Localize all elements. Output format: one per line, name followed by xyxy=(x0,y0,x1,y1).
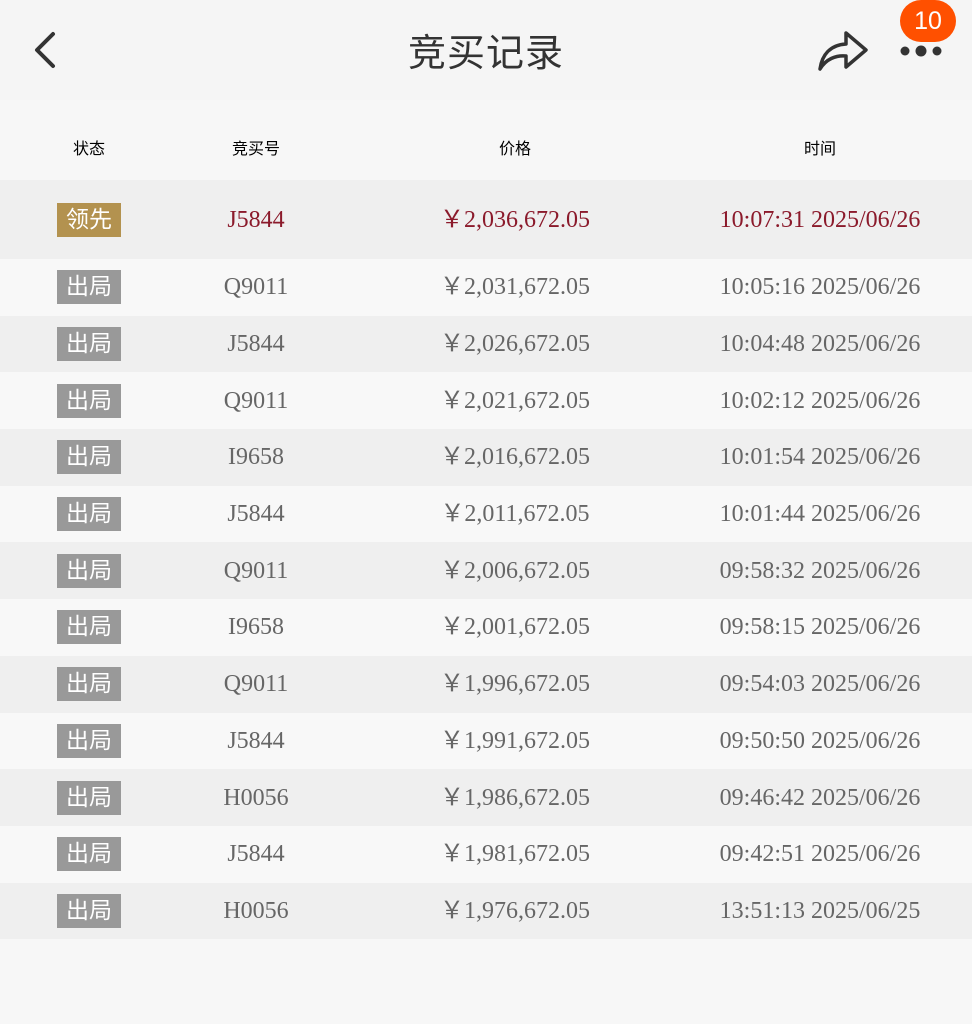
bid-no: Q9011 xyxy=(223,671,289,698)
status-badge-out: 出局 xyxy=(57,610,121,645)
bid-time: 09:54:03 2025/06/26 xyxy=(719,671,921,698)
header-time: 时间 xyxy=(803,139,836,158)
bid-no: H0056 xyxy=(223,784,289,811)
table-row: 出局 Q9011 ￥1,996,672.05 09:54:03 2025/06/… xyxy=(0,655,972,713)
status-badge-out: 出局 xyxy=(57,497,121,532)
header-price: 价格 xyxy=(498,139,531,158)
status-badge-out: 出局 xyxy=(57,667,121,702)
bid-time: 09:46:42 2025/06/26 xyxy=(719,784,921,811)
bid-no: H0056 xyxy=(223,897,289,924)
notification-badge: 10 xyxy=(900,0,956,42)
table-row: 出局 I9658 ￥2,001,672.05 09:58:15 2025/06/… xyxy=(0,599,972,656)
bid-price: ￥2,036,672.05 xyxy=(440,206,590,233)
bid-price: ￥1,986,672.05 xyxy=(440,784,590,811)
more-dots-icon xyxy=(900,45,942,57)
bid-price: ￥1,981,672.05 xyxy=(440,841,590,868)
header-status: 状态 xyxy=(72,139,105,158)
bid-price: ￥2,006,672.05 xyxy=(440,557,590,584)
bid-no: Q9011 xyxy=(223,557,289,584)
bid-price: ￥2,001,672.05 xyxy=(440,614,590,641)
bid-no: J5844 xyxy=(227,501,285,528)
bid-time: 09:50:50 2025/06/26 xyxy=(719,727,921,754)
table-row: 出局 Q9011 ￥2,031,672.05 10:05:16 2025/06/… xyxy=(0,259,972,316)
bid-price: ￥2,021,672.05 xyxy=(440,387,590,414)
status-badge-out: 出局 xyxy=(57,893,121,928)
bid-no: Q9011 xyxy=(223,387,289,414)
status-badge-out: 出局 xyxy=(57,837,121,872)
nav-bar: 竞买记录 10 xyxy=(0,0,972,100)
bid-price: ￥2,011,672.05 xyxy=(440,501,590,528)
status-badge-out: 出局 xyxy=(57,723,121,758)
status-badge-out: 出局 xyxy=(57,327,121,362)
bid-time: 10:01:44 2025/06/26 xyxy=(719,501,921,528)
table-row: 出局 J5844 ￥2,026,672.05 10:04:48 2025/06/… xyxy=(0,315,972,373)
table-row: 领先 J5844 ￥2,036,672.05 10:07:31 2025/06/… xyxy=(0,180,972,259)
table-row: 出局 J5844 ￥2,011,672.05 10:01:44 2025/06/… xyxy=(0,485,972,543)
bid-time: 09:42:51 2025/06/26 xyxy=(719,841,921,868)
status-badge-out: 出局 xyxy=(57,780,121,815)
table-row: 出局 Q9011 ￥2,006,672.05 09:58:32 2025/06/… xyxy=(0,542,972,600)
bid-no: J5844 xyxy=(227,727,285,754)
bid-price: ￥2,016,672.05 xyxy=(440,444,590,471)
bid-time: 13:51:13 2025/06/25 xyxy=(719,897,921,924)
table-row: 出局 J5844 ￥1,991,672.05 09:50:50 2025/06/… xyxy=(0,712,972,770)
bid-time: 10:07:31 2025/06/26 xyxy=(719,206,921,233)
bid-price: ￥2,026,672.05 xyxy=(440,331,590,358)
status-badge-leading: 领先 xyxy=(57,202,121,237)
bid-no: J5844 xyxy=(227,206,285,233)
bid-no: I9658 xyxy=(228,444,284,471)
bid-time: 10:05:16 2025/06/26 xyxy=(719,274,921,301)
table-row: 出局 I9658 ￥2,016,672.05 10:01:54 2025/06/… xyxy=(0,429,972,486)
table-row: 出局 H0056 ￥1,986,672.05 09:46:42 2025/06/… xyxy=(0,769,972,826)
header-bid-no: 竞买号 xyxy=(231,139,280,158)
bid-no: I9658 xyxy=(228,614,284,641)
bid-time: 09:58:15 2025/06/26 xyxy=(719,614,921,641)
bid-no: J5844 xyxy=(227,841,285,868)
bid-price: ￥1,991,672.05 xyxy=(440,727,590,754)
share-arrow-icon xyxy=(818,31,868,71)
status-badge-out: 出局 xyxy=(57,440,121,475)
bid-time: 10:02:12 2025/06/26 xyxy=(719,387,921,414)
status-badge-out: 出局 xyxy=(57,383,121,418)
status-badge-out: 出局 xyxy=(57,270,121,305)
bid-no: Q9011 xyxy=(223,274,289,301)
bid-time: 09:58:32 2025/06/26 xyxy=(719,557,921,584)
bid-price: ￥1,996,672.05 xyxy=(440,671,590,698)
table-header: 状态 竞买号 价格 时间 xyxy=(0,121,972,180)
table-row: 出局 Q9011 ￥2,021,672.05 10:02:12 2025/06/… xyxy=(0,372,972,430)
bid-time: 10:01:54 2025/06/26 xyxy=(719,444,921,471)
table-row: 出局 J5844 ￥1,981,672.05 09:42:51 2025/06/… xyxy=(0,825,972,883)
status-badge-out: 出局 xyxy=(57,553,121,588)
table-row: 出局 H0056 ￥1,976,672.05 13:51:13 2025/06/… xyxy=(0,882,972,940)
bid-price: ￥1,976,672.05 xyxy=(440,897,590,924)
share-button[interactable] xyxy=(814,24,872,76)
bid-price: ￥2,031,672.05 xyxy=(440,274,590,301)
bid-no: J5844 xyxy=(227,331,285,358)
bid-time: 10:04:48 2025/06/26 xyxy=(719,331,921,358)
bid-records-table: 状态 竞买号 价格 时间 领先 J5844 ￥2,036,672.05 10:0… xyxy=(0,121,972,940)
